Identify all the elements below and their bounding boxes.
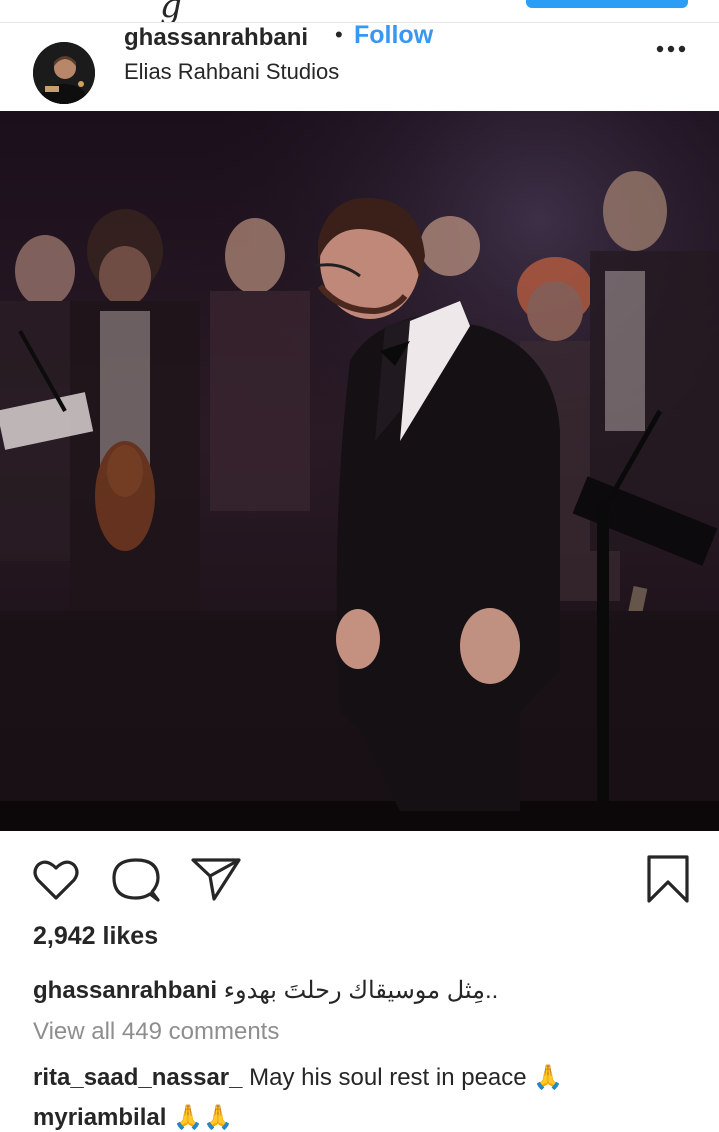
comment-username[interactable]: rita_saad_nassar_ — [33, 1064, 242, 1091]
bookmark-icon[interactable] — [646, 854, 690, 904]
more-options-icon[interactable] — [655, 42, 687, 54]
separator-dot: • — [335, 22, 343, 47]
post-username[interactable]: ghassanrahbani — [124, 24, 308, 52]
view-all-comments-link[interactable]: View all 449 comments — [33, 1018, 279, 1046]
comment-item: rita_saad_nassar_ May his soul rest in p… — [33, 1063, 563, 1092]
heart-icon[interactable] — [32, 858, 80, 902]
comment-text: May his soul rest in peace 🙏 — [249, 1064, 564, 1091]
avatar[interactable] — [33, 42, 95, 104]
send-icon[interactable] — [190, 856, 242, 902]
caption-text: مِثل موسيقاك رحلتَ بهدوء.. — [223, 977, 499, 1004]
app-logo-fragment: g — [160, 0, 182, 23]
caption-username[interactable]: ghassanrahbani — [33, 977, 217, 1004]
app-top-bar: g — [0, 0, 719, 23]
post-photo[interactable] — [0, 111, 719, 831]
comment-icon[interactable] — [112, 856, 160, 904]
post-header: ghassanrahbani • Follow Elias Rahbani St… — [0, 21, 719, 110]
top-action-button[interactable] — [526, 0, 688, 8]
concert-photo — [0, 111, 719, 831]
post-actions — [0, 850, 719, 910]
post-location[interactable]: Elias Rahbani Studios — [124, 59, 339, 85]
likes-count[interactable]: 2,942 likes — [33, 922, 158, 951]
post-caption: ghassanrahbani مِثل موسيقاك رحلتَ بهدوء.… — [33, 976, 498, 1005]
avatar-image — [33, 42, 95, 104]
follow-button[interactable]: Follow — [354, 21, 433, 50]
